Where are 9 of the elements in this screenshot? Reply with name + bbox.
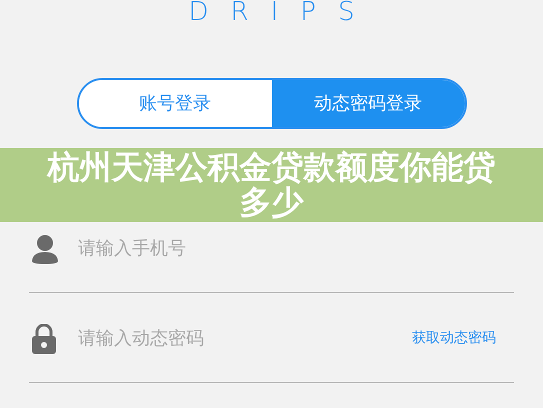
logo-text: DRIPS: [188, 0, 376, 24]
banner-title: 杭州天津公积金贷款额度你能贷多少: [46, 150, 496, 220]
input-field[interactable]: 请输入动态密码: [78, 326, 412, 350]
input-field[interactable]: 请输入手机号: [78, 236, 514, 260]
login-tab[interactable]: 动态密码登录: [272, 80, 464, 127]
user-icon: [32, 234, 58, 264]
get-code-link[interactable]: 获取动态密码: [412, 328, 496, 349]
login-tab[interactable]: 账号登录: [78, 80, 272, 127]
lock-icon: [32, 324, 56, 354]
